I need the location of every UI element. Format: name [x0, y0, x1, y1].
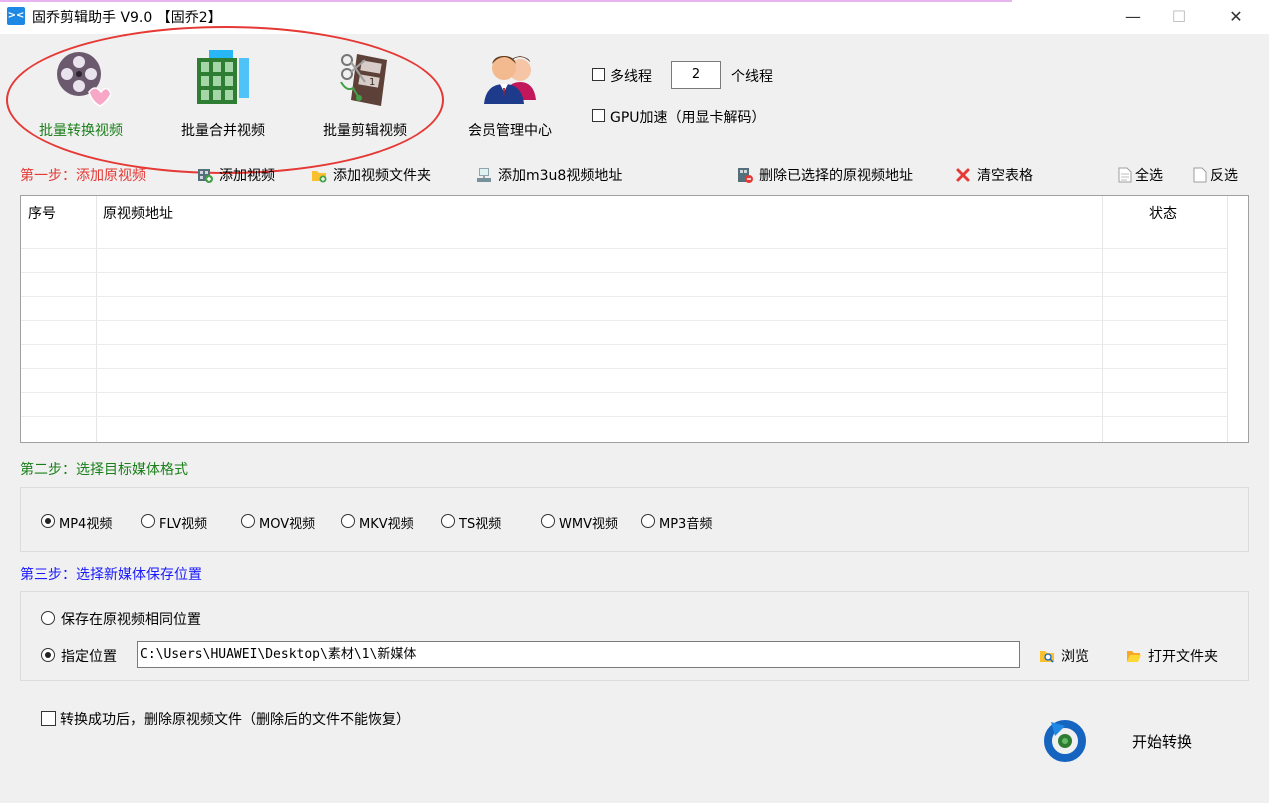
same-location-radio[interactable]: [41, 611, 55, 625]
thread-count-input[interactable]: 2: [671, 61, 721, 89]
table-row: [21, 320, 1228, 321]
maximize-button[interactable]: ☐: [1156, 0, 1202, 34]
format-radio-wmv[interactable]: [541, 514, 555, 528]
table-row: [21, 416, 1228, 417]
format-label-mp4: MP4视频: [59, 517, 113, 532]
format-radio-mkv[interactable]: [341, 514, 355, 528]
format-label-flv: FLV视频: [159, 517, 208, 532]
format-label-ts: TS视频: [459, 517, 502, 532]
multithread-label: 多线程: [610, 69, 652, 85]
add-m3u8-label: 添加m3u8视频地址: [498, 168, 623, 184]
column-divider: [1102, 196, 1103, 442]
open-folder-label: 打开文件夹: [1148, 649, 1218, 665]
start-convert-button[interactable]: 开始转换: [1132, 731, 1192, 752]
highlight-ellipse: [6, 26, 444, 174]
document-icon: [1118, 167, 1132, 183]
format-label-mp3: MP3音频: [659, 517, 713, 532]
delete-selected-label: 删除已选择的原视频地址: [759, 168, 913, 184]
format-radio-ts[interactable]: [441, 514, 455, 528]
column-header-status[interactable]: 状态: [1149, 203, 1177, 223]
delete-video-icon: [738, 168, 753, 183]
table-row: [21, 248, 1228, 249]
title-accent-line: [0, 0, 1012, 2]
custom-location-label: 指定位置: [61, 649, 117, 665]
invert-selection-label: 反选: [1210, 168, 1238, 184]
blank-document-icon: [1193, 167, 1207, 183]
custom-location-radio[interactable]: [41, 648, 55, 662]
table-row: [21, 296, 1228, 297]
delete-original-checkbox[interactable]: [41, 711, 56, 726]
refresh-icon: [1044, 720, 1086, 762]
table-row: [21, 344, 1228, 345]
delete-original-label: 转换成功后，删除原视频文件（删除后的文件不能恢复）: [60, 712, 410, 728]
add-video-button[interactable]: 添加视频: [197, 165, 275, 185]
table-row: [21, 392, 1228, 393]
add-video-label: 添加视频: [219, 168, 275, 184]
step3-label: 第三步：选择新媒体保存位置: [20, 567, 202, 583]
clear-table-label: 清空表格: [977, 168, 1033, 184]
minimize-button[interactable]: —: [1110, 0, 1156, 34]
add-video-icon: [198, 169, 213, 183]
gpu-checkbox[interactable]: [592, 109, 605, 122]
select-all-label: 全选: [1135, 168, 1163, 184]
video-table[interactable]: 序号 原视频地址 状态: [20, 195, 1249, 443]
multithread-checkbox[interactable]: [592, 68, 605, 81]
table-row: [21, 368, 1228, 369]
close-x-icon: [956, 168, 970, 182]
network-link-icon: [477, 168, 491, 182]
format-label-wmv: WMV视频: [559, 517, 618, 532]
step1-label: 第一步：添加原视频: [20, 168, 146, 184]
gpu-label: GPU加速（用显卡解码）: [610, 110, 766, 126]
member-center-button[interactable]: 会员管理中心: [445, 40, 575, 144]
table-row: [21, 272, 1228, 273]
open-folder-button[interactable]: 打开文件夹: [1126, 646, 1218, 666]
start-convert-icon-button[interactable]: [1043, 718, 1087, 762]
add-folder-label: 添加视频文件夹: [333, 168, 431, 184]
folder-open-icon: [1127, 651, 1141, 662]
app-icon: ><: [7, 7, 25, 25]
format-radio-flv[interactable]: [141, 514, 155, 528]
column-divider: [1227, 196, 1228, 442]
window-title: 固乔剪辑助手 V9.0 【固乔2】: [32, 10, 222, 26]
add-folder-button[interactable]: 添加视频文件夹: [311, 165, 431, 185]
add-folder-icon: [312, 171, 327, 183]
column-divider: [96, 196, 97, 442]
format-radio-mov[interactable]: [241, 514, 255, 528]
member-center-label: 会员管理中心: [468, 123, 552, 139]
format-options: MP4视频 FLV视频 MOV视频 MKV视频 TS视频 WMV视频 MP3音频: [41, 513, 741, 533]
format-label-mkv: MKV视频: [359, 517, 414, 532]
select-all-button[interactable]: 全选: [1117, 165, 1163, 185]
step2-label: 第二步：选择目标媒体格式: [20, 462, 188, 478]
format-radio-mp3[interactable]: [641, 514, 655, 528]
close-button[interactable]: ✕: [1213, 0, 1259, 34]
same-location-label: 保存在原视频相同位置: [61, 612, 201, 628]
clear-table-button[interactable]: 清空表格: [955, 165, 1033, 185]
thread-unit-label: 个线程: [731, 69, 773, 85]
folder-search-icon: [1040, 651, 1054, 663]
format-label-mov: MOV视频: [259, 517, 316, 532]
delete-selected-button[interactable]: 删除已选择的原视频地址: [737, 165, 913, 185]
save-path-input[interactable]: C:\Users\HUAWEI\Desktop\素材\1\新媒体: [137, 641, 1020, 668]
column-header-path[interactable]: 原视频地址: [103, 203, 173, 223]
add-m3u8-button[interactable]: 添加m3u8视频地址: [476, 165, 622, 185]
browse-label: 浏览: [1061, 649, 1089, 665]
invert-selection-button[interactable]: 反选: [1192, 165, 1238, 185]
browse-button[interactable]: 浏览: [1039, 646, 1089, 666]
users-icon: [484, 56, 536, 104]
format-radio-mp4[interactable]: [41, 514, 55, 528]
column-header-index[interactable]: 序号: [28, 203, 56, 223]
